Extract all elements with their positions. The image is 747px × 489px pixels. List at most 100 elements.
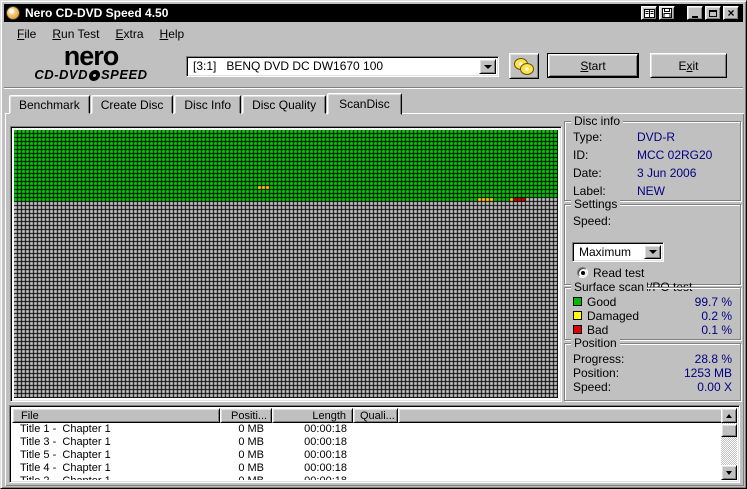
logo-disc-icon [88, 70, 101, 81]
tab-scandisc[interactable]: ScanDisc [327, 93, 402, 115]
speed-label: Speed: [573, 214, 611, 228]
title-bar: Nero CD-DVD Speed 4.50 [4, 4, 743, 22]
table-cell: 0 MB [220, 436, 272, 449]
column-header-filler [398, 408, 737, 423]
eject-discs-button[interactable] [509, 53, 539, 79]
window-title: Nero CD-DVD Speed 4.50 [25, 6, 168, 20]
close-button[interactable]: × [723, 6, 739, 20]
menu-run-test[interactable]: Run Test [44, 25, 107, 43]
nero-logo: nero CD-DVD SPEED [15, 45, 167, 82]
damaged-value: 0.2 % [701, 309, 732, 323]
disc-id-value: MCC 02RG20 [637, 148, 712, 162]
maximize-icon [709, 10, 717, 17]
settings-title: Settings [571, 197, 620, 211]
table-cell: Title 5 - Chapter 1 [12, 449, 220, 462]
progress-value: 28.8 % [695, 352, 732, 366]
speed-select[interactable]: Maximum [572, 242, 664, 262]
disc-type-label: Type: [573, 130, 602, 144]
tab-bar: Benchmark Create Disc Disc Info Disc Qua… [9, 92, 403, 114]
maximize-button[interactable] [705, 6, 721, 20]
column-header-length[interactable]: Length [272, 408, 353, 423]
file-list: File Positi... Length Quali... Title 1 -… [9, 405, 740, 483]
tab-create-disc[interactable]: Create Disc [91, 95, 174, 114]
table-row[interactable]: Title 5 - Chapter 10 MB00:00:18 [12, 449, 721, 462]
position-label: Position: [573, 366, 619, 380]
speed-select-value: Maximum [579, 243, 643, 261]
bad-label: Bad [587, 323, 608, 337]
cd-dvd-speed-wordmark: CD-DVD SPEED [15, 68, 167, 82]
menu-file[interactable]: File [9, 25, 44, 43]
disc-info-title: Disc info [571, 114, 623, 128]
radio-icon [577, 267, 588, 278]
chevron-down-icon [649, 250, 657, 254]
column-header-position[interactable]: Positi... [220, 408, 272, 423]
disc-label-value: NEW [637, 184, 665, 198]
disc-id-label: ID: [573, 148, 588, 162]
table-cell [353, 475, 398, 480]
position-title: Position [571, 336, 620, 350]
surface-scan-title: Surface scan [571, 280, 647, 294]
table-row[interactable]: Title 3 - Chapter 10 MB00:00:18 [12, 436, 721, 449]
table-row[interactable]: Title 2 - Chapter 10 MB00:00:18 [12, 475, 721, 480]
disc-date-value: 3 Jun 2006 [637, 166, 696, 180]
table-cell [353, 462, 398, 475]
menu-help[interactable]: Help [152, 25, 193, 43]
menu-extra[interactable]: Extra [108, 25, 152, 43]
table-cell: Title 1 - Chapter 1 [12, 423, 220, 436]
save-button[interactable] [659, 6, 675, 20]
surface-scan-group: Surface scan Good99.7 % Damaged0.2 % Bad… [564, 287, 741, 340]
nero-disc-icon [6, 6, 20, 20]
table-cell: 00:00:18 [272, 475, 353, 480]
table-cell [353, 449, 398, 462]
table-cell: Title 2 - Chapter 1 [12, 475, 220, 480]
scroll-down-button[interactable] [721, 465, 737, 480]
damaged-label: Damaged [587, 309, 639, 323]
table-cell: 00:00:18 [272, 462, 353, 475]
disc-date-label: Date: [573, 166, 602, 180]
table-cell: 0 MB [220, 475, 272, 480]
chevron-down-icon [484, 65, 492, 69]
disc-icon [520, 63, 534, 75]
minimize-button[interactable] [687, 6, 703, 20]
speed-select-dropdown-button[interactable] [644, 245, 661, 259]
disc-label-label: Label: [573, 184, 606, 198]
table-row[interactable]: Title 4 - Chapter 10 MB00:00:18 [12, 462, 721, 475]
damaged-swatch-icon [573, 311, 582, 320]
exit-button[interactable]: Exit [650, 53, 727, 78]
scroll-up-button[interactable] [721, 408, 737, 423]
progress-label: Progress: [573, 352, 624, 366]
table-cell: 0 MB [220, 462, 272, 475]
disc-type-value: DVD-R [637, 130, 675, 144]
column-header-file[interactable]: File [12, 408, 220, 423]
position-group: Position Progress:28.8 % Position:1253 M… [564, 343, 741, 401]
good-value: 99.7 % [695, 295, 732, 309]
tab-benchmark[interactable]: Benchmark [9, 95, 90, 114]
table-cell: 0 MB [220, 423, 272, 436]
drive-select[interactable]: [3:1] BENQ DVD DC DW1670 100 [186, 56, 499, 77]
minimize-icon [692, 16, 698, 18]
table-cell: 00:00:18 [272, 436, 353, 449]
file-list-scrollbar[interactable] [721, 408, 737, 480]
table-cell: Title 4 - Chapter 1 [12, 462, 220, 475]
scroll-thumb[interactable] [721, 424, 737, 437]
start-button[interactable]: Start [547, 53, 639, 78]
toolbar-separator [4, 87, 743, 89]
scan-grid-canvas [14, 130, 558, 398]
column-header-quality[interactable]: Quali... [353, 408, 398, 423]
table-cell: Title 3 - Chapter 1 [12, 436, 220, 449]
floppy-icon [662, 8, 672, 18]
tab-disc-info[interactable]: Disc Info [174, 95, 241, 114]
speed-value: 0.00 X [697, 380, 732, 394]
report-book-button[interactable] [641, 6, 657, 20]
table-cell: 0 MB [220, 449, 272, 462]
close-icon: × [727, 8, 734, 18]
arrow-down-icon [726, 471, 732, 475]
table-row[interactable]: Title 1 - Chapter 10 MB00:00:18 [12, 423, 721, 436]
caption-buttons: × [641, 6, 743, 20]
table-cell: 00:00:18 [272, 423, 353, 436]
table-cell: 00:00:18 [272, 449, 353, 462]
tab-disc-quality[interactable]: Disc Quality [242, 95, 326, 114]
arrow-up-icon [726, 414, 732, 418]
read-test-radio[interactable]: Read test [577, 266, 644, 279]
drive-select-dropdown-button[interactable] [479, 59, 496, 74]
